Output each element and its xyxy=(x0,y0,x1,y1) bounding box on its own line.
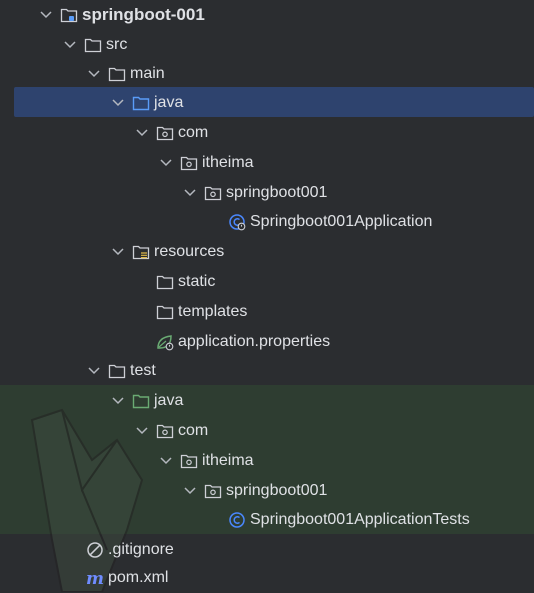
tree-item-label: springboot001 xyxy=(226,481,328,499)
tree-item-label: main xyxy=(130,65,165,83)
spring-boot-class-icon xyxy=(228,213,246,231)
chevron-down-icon[interactable] xyxy=(134,423,150,439)
chevron-down-icon[interactable] xyxy=(38,7,54,23)
ignore-file-icon xyxy=(86,541,104,559)
tree-item-label: resources xyxy=(154,243,225,261)
chevron-down-icon[interactable] xyxy=(110,95,126,111)
tree-item-main-java[interactable]: java xyxy=(0,88,534,118)
tree-item-application-class[interactable]: Springboot001Application xyxy=(0,208,534,238)
tree-item-label: java xyxy=(154,94,184,112)
tree-item-test-com[interactable]: com xyxy=(0,416,534,446)
tree-item-application-tests-class[interactable]: Springboot001ApplicationTests xyxy=(0,506,534,536)
package-icon xyxy=(204,482,222,500)
tree-item-label: com xyxy=(178,124,209,142)
tree-item-gitignore[interactable]: .gitignore xyxy=(0,535,534,565)
tree-item-test-java[interactable]: java xyxy=(0,386,534,416)
tree-item-label: Springboot001ApplicationTests xyxy=(250,511,470,529)
chevron-down-icon[interactable] xyxy=(158,453,174,469)
tree-item-root[interactable]: springboot-001 xyxy=(0,0,534,30)
tree-item-label: itheima xyxy=(202,451,254,469)
tree-item-application-properties[interactable]: application.properties xyxy=(0,327,534,357)
folder-icon xyxy=(108,65,126,83)
tree-item-label: Springboot001Application xyxy=(250,213,433,231)
maven-icon: m xyxy=(86,569,104,587)
folder-icon xyxy=(156,273,174,291)
tree-item-main-itheima[interactable]: itheima xyxy=(0,148,534,178)
tree-item-label: application.properties xyxy=(178,332,331,350)
tree-item-label: itheima xyxy=(202,153,254,171)
module-folder-icon xyxy=(60,6,78,24)
chevron-down-icon[interactable] xyxy=(158,155,174,171)
test-source-folder-icon xyxy=(132,392,150,410)
tree-item-label: com xyxy=(178,422,209,440)
package-icon xyxy=(156,124,174,142)
tree-item-main[interactable]: main xyxy=(0,60,534,90)
tree-item-label: src xyxy=(106,35,128,53)
tree-item-label: springboot-001 xyxy=(82,4,205,24)
spring-properties-icon xyxy=(156,333,174,351)
chevron-down-icon[interactable] xyxy=(62,37,78,53)
package-icon xyxy=(156,422,174,440)
tree-item-label: static xyxy=(178,273,216,291)
folder-icon xyxy=(156,303,174,321)
package-icon xyxy=(204,184,222,202)
package-icon xyxy=(180,154,198,172)
tree-item-test[interactable]: test xyxy=(0,357,534,387)
chevron-down-icon[interactable] xyxy=(86,363,102,379)
folder-icon xyxy=(84,36,102,54)
folder-icon xyxy=(108,362,126,380)
project-tree: springboot-001 src main java com itheima xyxy=(0,0,534,592)
chevron-down-icon[interactable] xyxy=(86,66,102,82)
tree-item-label: java xyxy=(154,392,184,410)
chevron-down-icon[interactable] xyxy=(182,483,198,499)
source-folder-icon xyxy=(132,94,150,112)
tree-item-test-springboot001[interactable]: springboot001 xyxy=(0,476,534,506)
tree-item-label: test xyxy=(130,362,156,380)
chevron-down-icon[interactable] xyxy=(110,244,126,260)
tree-item-templates[interactable]: templates xyxy=(0,297,534,327)
tree-item-main-springboot001[interactable]: springboot001 xyxy=(0,178,534,208)
chevron-down-icon[interactable] xyxy=(134,125,150,141)
tree-item-static[interactable]: static xyxy=(0,267,534,297)
package-icon xyxy=(180,452,198,470)
tree-item-label: springboot001 xyxy=(226,183,328,201)
tree-item-pom[interactable]: m pom.xml xyxy=(0,563,534,593)
tree-item-label: pom.xml xyxy=(108,569,169,587)
tree-item-test-itheima[interactable]: itheima xyxy=(0,446,534,476)
tree-item-main-com[interactable]: com xyxy=(0,118,534,148)
chevron-down-icon[interactable] xyxy=(110,393,126,409)
tree-item-label: templates xyxy=(178,302,248,320)
tree-item-src[interactable]: src xyxy=(0,30,534,60)
class-icon xyxy=(228,511,246,529)
svg-text:m: m xyxy=(86,569,104,587)
tree-item-label: .gitignore xyxy=(108,541,174,559)
resources-folder-icon xyxy=(132,243,150,261)
tree-item-resources[interactable]: resources xyxy=(0,237,534,267)
chevron-down-icon[interactable] xyxy=(182,185,198,201)
